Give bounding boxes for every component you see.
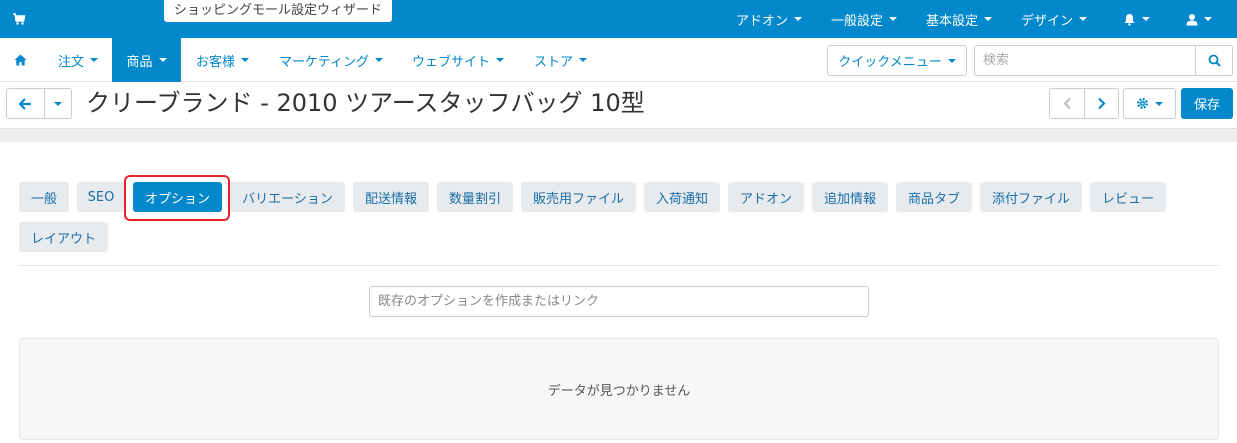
tab-seo[interactable]: SEO bbox=[77, 182, 125, 212]
create-link-option-input[interactable] bbox=[369, 286, 869, 317]
back-button[interactable] bbox=[7, 89, 45, 118]
user-menu[interactable] bbox=[1186, 0, 1212, 38]
top-bar: ショッピングモール設定ウィザード アドオン 一般設定 基本設定 デザイン bbox=[0, 0, 1237, 38]
quick-menu-button[interactable]: クイックメニュー bbox=[827, 45, 967, 76]
next-product-button[interactable] bbox=[1084, 89, 1118, 118]
nav-marketing-label: マーケティング bbox=[279, 54, 369, 70]
caret-down-icon bbox=[90, 58, 99, 62]
caret-down-icon bbox=[1142, 17, 1150, 21]
home-icon bbox=[14, 54, 26, 66]
nav-customers-label: お客様 bbox=[196, 54, 236, 70]
nav-marketing[interactable]: マーケティング bbox=[279, 38, 383, 82]
caret-down-icon bbox=[1155, 101, 1163, 106]
tab-additional-info[interactable]: 追加情報 bbox=[812, 182, 888, 212]
page-title: クリーブランド - 2010 ツアースタッフバッグ 10型 bbox=[86, 89, 645, 117]
caret-down-icon bbox=[374, 58, 383, 62]
tab-quantity-discounts[interactable]: 数量割引 bbox=[437, 182, 513, 212]
nav-store[interactable]: ストア bbox=[534, 38, 588, 82]
arrow-left-icon bbox=[19, 97, 31, 110]
topnav-addons-label: アドオン bbox=[736, 13, 789, 29]
back-button-group bbox=[6, 88, 72, 119]
home-button[interactable] bbox=[0, 38, 40, 82]
tab-stock-notifications[interactable]: 入荷通知 bbox=[644, 182, 720, 212]
header-separator bbox=[0, 128, 1237, 142]
nav-website[interactable]: ウェブサイト bbox=[412, 38, 505, 82]
tab-product-tabs[interactable]: 商品タブ bbox=[896, 182, 972, 212]
chevron-right-icon bbox=[1098, 97, 1106, 110]
setup-wizard-button[interactable]: ショッピングモール設定ウィザード bbox=[164, 0, 393, 22]
search-button[interactable] bbox=[1195, 45, 1233, 76]
topnav-general-settings[interactable]: 一般設定 bbox=[831, 0, 898, 38]
tab-reviews[interactable]: レビュー bbox=[1090, 182, 1166, 212]
back-dropdown-button[interactable] bbox=[45, 89, 71, 118]
caret-down-icon bbox=[947, 58, 956, 63]
topnav-design-label: デザイン bbox=[1021, 13, 1074, 29]
tab-layout[interactable]: レイアウト bbox=[19, 222, 108, 252]
caret-down-icon bbox=[579, 58, 588, 62]
nav-store-label: ストア bbox=[534, 54, 574, 70]
tab-general[interactable]: 一般 bbox=[19, 182, 69, 212]
tab-variations[interactable]: バリエーション bbox=[230, 182, 345, 212]
settings-dropdown-button[interactable] bbox=[1123, 88, 1176, 119]
caret-down-icon bbox=[241, 58, 250, 62]
prev-product-button[interactable] bbox=[1050, 89, 1084, 118]
caret-down-icon bbox=[158, 58, 167, 62]
active-tab-highlight bbox=[124, 175, 230, 221]
notifications-menu[interactable] bbox=[1123, 0, 1150, 38]
nav-website-label: ウェブサイト bbox=[412, 54, 491, 70]
caret-down-icon bbox=[496, 58, 505, 62]
nav-customers[interactable]: お客様 bbox=[196, 38, 250, 82]
nav-products-label: 商品 bbox=[126, 54, 153, 70]
bell-icon bbox=[1124, 13, 1135, 26]
caret-down-icon bbox=[54, 101, 62, 106]
search-icon bbox=[1208, 54, 1221, 67]
product-pager bbox=[1049, 88, 1119, 119]
empty-state-panel: データが見つかりません bbox=[19, 338, 1219, 440]
nav-orders[interactable]: 注文 bbox=[56, 38, 100, 82]
empty-message: データが見つかりません bbox=[547, 383, 691, 399]
gear-icon bbox=[1137, 98, 1148, 109]
tab-shipping[interactable]: 配送情報 bbox=[353, 182, 429, 212]
caret-down-icon bbox=[1079, 17, 1088, 21]
search-input[interactable] bbox=[974, 45, 1195, 76]
caret-down-icon bbox=[794, 17, 803, 21]
user-icon bbox=[1186, 13, 1198, 25]
nav-products[interactable]: 商品 bbox=[112, 38, 181, 82]
topnav-basic-settings-label: 基本設定 bbox=[926, 13, 979, 29]
caret-down-icon bbox=[984, 17, 993, 21]
topnav-addons[interactable]: アドオン bbox=[736, 0, 803, 38]
caret-down-icon bbox=[1204, 17, 1212, 21]
caret-down-icon bbox=[889, 17, 898, 21]
nav-orders-label: 注文 bbox=[58, 54, 85, 70]
quick-menu-label: クイックメニュー bbox=[838, 55, 942, 70]
cart-icon[interactable] bbox=[12, 12, 26, 26]
tab-attachments[interactable]: 添付ファイル bbox=[980, 182, 1082, 212]
topnav-design[interactable]: デザイン bbox=[1021, 0, 1088, 38]
title-bar: クリーブランド - 2010 ツアースタッフバッグ 10型 保存 bbox=[0, 83, 1237, 128]
tab-downloadable-files[interactable]: 販売用ファイル bbox=[521, 182, 636, 212]
tabs-divider bbox=[19, 265, 1219, 266]
save-button[interactable]: 保存 bbox=[1181, 88, 1233, 119]
topnav-basic-settings[interactable]: 基本設定 bbox=[926, 0, 993, 38]
chevron-left-icon bbox=[1063, 97, 1071, 110]
tab-addons[interactable]: アドオン bbox=[728, 182, 804, 212]
topnav-general-settings-label: 一般設定 bbox=[831, 13, 884, 29]
